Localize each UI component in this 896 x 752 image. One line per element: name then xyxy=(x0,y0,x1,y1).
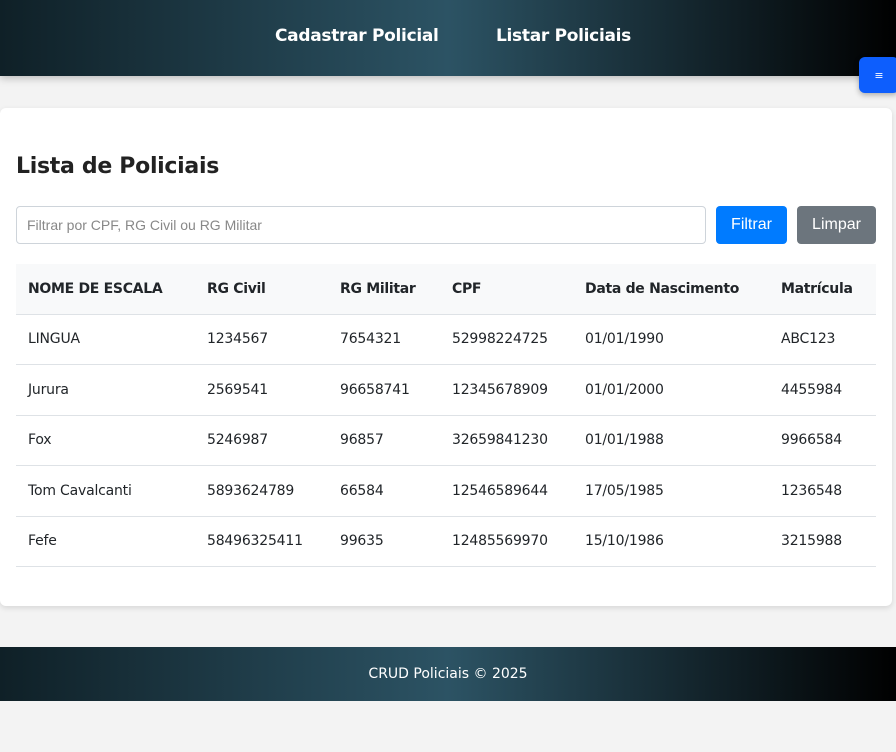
table-cell: 15/10/1986 xyxy=(573,516,769,567)
table-cell: Jurura xyxy=(16,364,195,416)
filter-button[interactable]: Filtrar xyxy=(716,206,787,244)
table-cell: Fox xyxy=(16,415,195,466)
table-cell: 5246987 xyxy=(195,415,328,466)
table-cell: 01/01/2000 xyxy=(573,364,769,416)
clear-button[interactable]: Limpar xyxy=(797,206,876,244)
top-navbar: Cadastrar Policial Listar Policiais xyxy=(0,0,896,76)
table-cell: 1234567 xyxy=(195,314,328,365)
table-cell: 66584 xyxy=(328,465,440,517)
policiais-table: NOME DE ESCALA RG Civil RG Militar CPF Data … xyxy=(16,264,876,567)
table-row: Fefe 58496325411 99635 12485569970 15/10/198… xyxy=(16,516,876,567)
column-header: Data de Nascimento xyxy=(573,264,769,315)
column-header: Matrícula xyxy=(769,264,876,315)
menu-toggle-button[interactable]: ≡ xyxy=(859,57,896,93)
table-row: LINGUA 1234567 7654321 52998224725 01/01/199… xyxy=(16,314,876,365)
filter-input[interactable] xyxy=(16,206,706,244)
table-cell: 5893624789 xyxy=(195,465,328,517)
table-cell: 12485569970 xyxy=(440,516,573,567)
table-cell: 01/01/1988 xyxy=(573,415,769,466)
table-cell: 99635 xyxy=(328,516,440,567)
footer: CRUD Policiais © 2025 xyxy=(0,647,896,701)
table-cell: 1236548 xyxy=(769,465,876,517)
table-row: Jurura 2569541 96658741 12345678909 01/01/20… xyxy=(16,364,876,416)
column-header: RG Militar xyxy=(328,264,440,315)
menu-icon: ≡ xyxy=(874,68,884,82)
column-header: NOME DE ESCALA xyxy=(16,264,195,315)
table-cell: 7654321 xyxy=(328,314,440,365)
table-cell: 2569541 xyxy=(195,364,328,416)
page-title: Lista de Policiais xyxy=(16,154,219,179)
column-header: CPF xyxy=(440,264,573,315)
table-cell: 58496325411 xyxy=(195,516,328,567)
policiais-card: Lista de Policiais Filtrar Limpar NOME D… xyxy=(0,108,892,606)
table-cell: 96658741 xyxy=(328,364,440,416)
table-cell: LINGUA xyxy=(16,314,195,365)
table-cell: 9966584 xyxy=(769,415,876,466)
table-cell: 12345678909 xyxy=(440,364,573,416)
table-cell: 12546589644 xyxy=(440,465,573,517)
table-cell: 17/05/1985 xyxy=(573,465,769,517)
table-cell: 96857 xyxy=(328,415,440,466)
table-cell: 32659841230 xyxy=(440,415,573,466)
nav-listar-policiais[interactable]: Listar Policiais xyxy=(496,26,631,46)
table-cell: 4455984 xyxy=(769,364,876,416)
table-cell: 3215988 xyxy=(769,516,876,567)
table-cell: 01/01/1990 xyxy=(573,314,769,365)
table-row: Tom Cavalcanti 5893624789 66584 12546589644… xyxy=(16,465,876,517)
table-cell: ABC123 xyxy=(769,314,876,365)
table-cell: 52998224725 xyxy=(440,314,573,365)
table-cell: Fefe xyxy=(16,516,195,567)
nav-cadastrar-policial[interactable]: Cadastrar Policial xyxy=(275,26,439,46)
footer-text: CRUD Policiais © 2025 xyxy=(368,666,528,682)
table-cell: Tom Cavalcanti xyxy=(16,465,195,517)
column-header: RG Civil xyxy=(195,264,328,315)
table-header-row: NOME DE ESCALA RG Civil RG Militar CPF Data … xyxy=(16,264,876,315)
table-row: Fox 5246987 96857 32659841230 01/01/1988 9966… xyxy=(16,415,876,466)
